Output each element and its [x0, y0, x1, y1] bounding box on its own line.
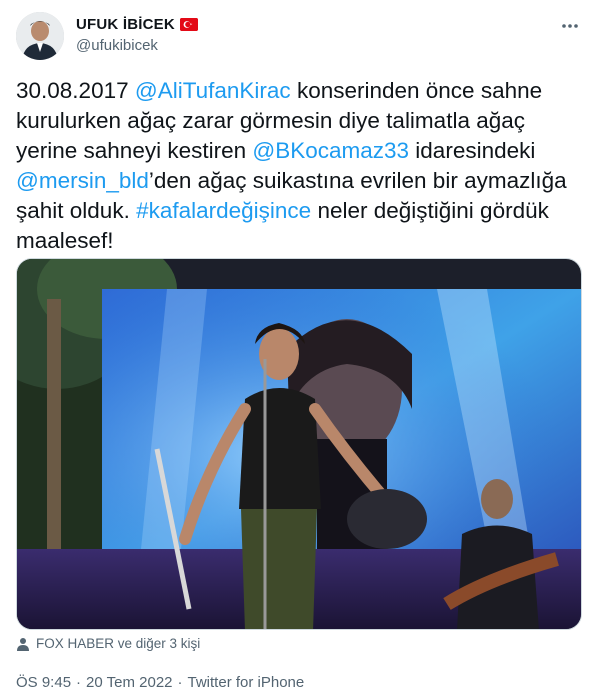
more-options-button[interactable] [558, 14, 582, 38]
mention-link[interactable]: @mersin_bld [16, 168, 149, 193]
display-name[interactable]: UFUK İBİCEK [76, 16, 175, 33]
tweet: UFUK İBİCEK @ufukibicek 30.08.2017 @AliT… [0, 0, 602, 700]
tweet-date-text: 30.08.2017 [16, 78, 135, 103]
tweet-photo[interactable] [16, 258, 582, 630]
hashtag-link[interactable]: #kafalardeğişince [136, 198, 311, 223]
tweet-text: 30.08.2017 @AliTufanKirac konserinden ön… [16, 76, 586, 256]
tweet-date[interactable]: 20 Tem 2022 [86, 674, 172, 691]
separator-dot: · [76, 674, 82, 691]
person-icon [17, 637, 29, 651]
tagged-people-text: FOX HABER ve diğer 3 kişi [36, 636, 201, 651]
tweet-source[interactable]: Twitter for iPhone [188, 674, 305, 691]
more-dots-icon [562, 24, 578, 28]
tweet-text-segment: idaresindeki [409, 138, 536, 163]
tagged-people[interactable]: FOX HABER ve diğer 3 kişi [16, 636, 200, 651]
name-row: UFUK İBİCEK [76, 16, 198, 33]
turkey-flag-icon [179, 18, 198, 31]
tweet-time[interactable]: ÖS 9:45 [16, 674, 71, 691]
mention-link[interactable]: @AliTufanKirac [135, 78, 291, 103]
mention-link[interactable]: @BKocamaz33 [252, 138, 409, 163]
tweet-metadata: ÖS 9:45 · 20 Tem 2022 · Twitter for iPho… [16, 674, 304, 691]
handle[interactable]: @ufukibicek [76, 37, 158, 54]
avatar[interactable] [16, 12, 64, 60]
separator-dot: · [177, 674, 183, 691]
